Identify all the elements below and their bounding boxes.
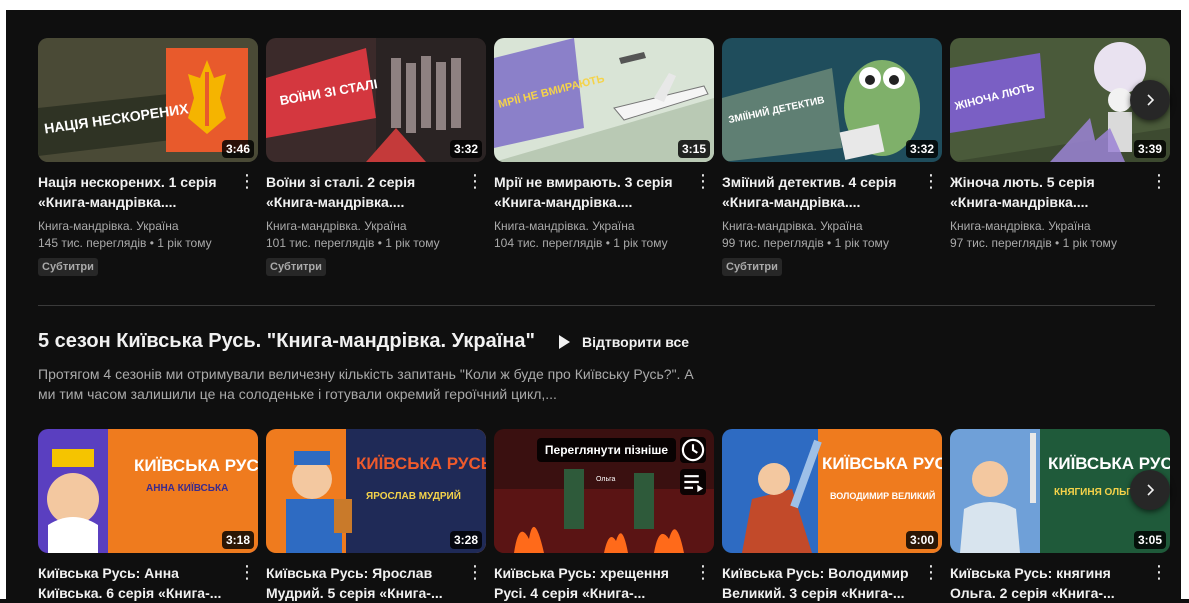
more-options-icon[interactable]: ⋮ — [238, 172, 256, 192]
video-thumbnail[interactable]: КИЇВСЬКА РУСЬ: ЯРОСЛАВ МУДРИЙ 3:28 — [266, 429, 486, 553]
channel-name[interactable]: Книга-мандрівка. Україна — [722, 218, 942, 235]
more-options-icon[interactable]: ⋮ — [922, 563, 940, 583]
video-meta: Зміїний детектив. 4 серія «Книга-мандрів… — [722, 172, 942, 212]
video-card[interactable]: ЗМІЇНИЙ ДЕТЕКТИВ 3:32 Зміїний детектив. … — [722, 38, 942, 276]
thumb-title: КИЇВСЬКА РУСЬ: — [134, 456, 258, 475]
more-options-icon[interactable]: ⋮ — [694, 563, 712, 583]
thumb-title: КИЇВСЬКА РУСЬ: — [822, 454, 942, 473]
more-options-icon[interactable]: ⋮ — [238, 563, 256, 583]
video-title[interactable]: Київська Русь: Ярослав Мудрий. 5 серія «… — [266, 563, 461, 603]
next-arrow-button[interactable] — [1130, 470, 1170, 510]
view-count: 104 тис. переглядів • 1 рік тому — [494, 236, 668, 250]
play-all-button[interactable]: Відтворити все — [559, 334, 689, 350]
play-all-label: Відтворити все — [582, 333, 690, 350]
section-title[interactable]: 5 сезон Київська Русь. "Книга-мандрівка.… — [38, 330, 535, 353]
chevron-right-icon — [1147, 484, 1155, 496]
video-meta: Жіноча лють. 5 серія «Книга-мандрівка...… — [950, 172, 1170, 212]
video-title[interactable]: Київська Русь: Володимир Великий. 3 сері… — [722, 563, 917, 603]
queue-icon — [684, 475, 704, 493]
video-thumbnail[interactable]: ЗМІЇНИЙ ДЕТЕКТИВ 3:32 — [722, 38, 942, 162]
video-card[interactable]: КИЇВСЬКА РУСЬ: АННА КИЇВСЬКА 3:18 Київсь… — [38, 429, 258, 603]
thumb-subtitle: АННА КИЇВСЬКА — [146, 481, 228, 494]
video-title[interactable]: Мрії не вмирають. 3 серія «Книга-мандрів… — [494, 172, 689, 212]
video-card[interactable]: Ольга Переглянути пізніше Київська Русь:… — [494, 429, 714, 603]
section-description: Протягом 4 сезонів ми отримували величез… — [38, 366, 694, 402]
video-thumbnail[interactable]: ВОЇНИ ЗІ СТАЛІ 3:32 — [266, 38, 486, 162]
window-right-edge — [1181, 0, 1189, 599]
more-options-icon[interactable]: ⋮ — [1150, 563, 1168, 583]
video-shelf-1: НАЦІЯ НЕСКОРЕНИХ 3:46 Нація нескорених. … — [38, 38, 1170, 276]
video-meta: Київська Русь: Володимир Великий. 3 сері… — [722, 563, 942, 603]
section-divider — [38, 305, 1155, 306]
channel-name[interactable]: Книга-мандрівка. Україна — [494, 218, 714, 235]
play-icon — [559, 334, 571, 349]
video-title[interactable]: Київська Русь: хрещення Русі. 4 серія «К… — [494, 563, 689, 603]
channel-name[interactable]: Книга-мандрівка. Україна — [950, 218, 1170, 235]
more-options-icon[interactable]: ⋮ — [922, 172, 940, 192]
video-meta: Воїни зі сталі. 2 серія «Книга-мандрівка… — [266, 172, 486, 212]
video-duration: 3:15 — [677, 140, 710, 158]
next-arrow-button[interactable] — [1130, 80, 1170, 120]
video-thumbnail[interactable]: КИЇВСЬКА РУСЬ: АННА КИЇВСЬКА 3:18 — [38, 429, 258, 553]
video-duration: 3:32 — [905, 140, 938, 158]
video-card[interactable]: НАЦІЯ НЕСКОРЕНИХ 3:46 Нація нескорених. … — [38, 38, 258, 276]
video-meta: Нація нескорених. 1 серія «Книга-мандрів… — [38, 172, 258, 212]
subtitles-badge: Субтитри — [722, 258, 782, 276]
watch-later-tooltip: Переглянути пізніше — [536, 438, 676, 462]
video-card[interactable]: КИЇВСЬКА РУСЬ: КНЯГИНЯ ОЛЬГ. 3:05 Київсь… — [950, 429, 1170, 603]
thumb-title: КИЇВСЬКА РУСЬ: — [356, 454, 486, 473]
video-title[interactable]: Нація нескорених. 1 серія «Книга-мандрів… — [38, 172, 233, 212]
video-meta: Мрії не вмирають. 3 серія «Книга-мандрів… — [494, 172, 714, 212]
video-thumbnail[interactable]: Ольга Переглянути пізніше — [494, 429, 714, 553]
video-title[interactable]: Воїни зі сталі. 2 серія «Книга-мандрівка… — [266, 172, 461, 212]
video-meta: Київська Русь: княгиня Ольга. 2 серія «К… — [950, 563, 1170, 603]
video-duration: 3:28 — [449, 531, 482, 549]
video-card[interactable]: ЖІНОЧА ЛЮТЬ 3:39 Жіноча лють. 5 серія «К… — [950, 38, 1170, 276]
video-title[interactable]: Київська Русь: Анна Київська. 6 серія «К… — [38, 563, 233, 603]
video-thumbnail[interactable]: КИЇВСЬКА РУСЬ: ВОЛОДИМИР ВЕЛИКИЙ 3:00 — [722, 429, 942, 553]
video-title[interactable]: Зміїний детектив. 4 серія «Книга-мандрів… — [722, 172, 917, 212]
view-count: 97 тис. переглядів • 1 рік тому — [950, 236, 1117, 250]
video-thumbnail[interactable]: НАЦІЯ НЕСКОРЕНИХ 3:46 — [38, 38, 258, 162]
thumb-label: Ольга — [596, 476, 615, 483]
video-meta: Київська Русь: Ярослав Мудрий. 5 серія «… — [266, 563, 486, 603]
subtitles-badge: Субтитри — [38, 258, 98, 276]
video-card[interactable]: КИЇВСЬКА РУСЬ: ЯРОСЛАВ МУДРИЙ 3:28 Київс… — [266, 429, 486, 603]
channel-name[interactable]: Книга-мандрівка. Україна — [266, 218, 486, 235]
more-options-icon[interactable]: ⋮ — [466, 172, 484, 192]
chevron-right-icon — [1147, 94, 1155, 106]
window-left-edge — [0, 0, 6, 599]
video-duration: 3:05 — [1133, 531, 1166, 549]
more-options-icon[interactable]: ⋮ — [694, 172, 712, 192]
channel-name[interactable]: Книга-мандрівка. Україна — [38, 218, 258, 235]
view-count: 99 тис. переглядів • 1 рік тому — [722, 236, 889, 250]
more-options-icon[interactable]: ⋮ — [466, 563, 484, 583]
video-thumbnail[interactable]: МРІЇ НЕ ВМИРАЮТЬ 3:15 — [494, 38, 714, 162]
video-duration: 3:39 — [1133, 140, 1166, 158]
subtitles-badge: Субтитри — [266, 258, 326, 276]
view-count: 145 тис. переглядів • 1 рік тому — [38, 236, 212, 250]
video-card[interactable]: ВОЇНИ ЗІ СТАЛІ 3:32 Воїни зі сталі. 2 се… — [266, 38, 486, 276]
view-count: 101 тис. переглядів • 1 рік тому — [266, 236, 440, 250]
add-to-queue-button[interactable] — [680, 469, 706, 495]
video-duration: 3:32 — [449, 140, 482, 158]
video-title[interactable]: Жіноча лють. 5 серія «Книга-мандрівка...… — [950, 172, 1145, 212]
video-duration: 3:46 — [221, 140, 254, 158]
video-shelf-2: КИЇВСЬКА РУСЬ: АННА КИЇВСЬКА 3:18 Київсь… — [38, 429, 1170, 603]
video-card[interactable]: КИЇВСЬКА РУСЬ: ВОЛОДИМИР ВЕЛИКИЙ 3:00 Ки… — [722, 429, 942, 603]
video-duration: 3:00 — [905, 531, 938, 549]
section-header: 5 сезон Київська Русь. "Книга-мандрівка.… — [38, 330, 689, 353]
video-duration: 3:18 — [221, 531, 254, 549]
video-card[interactable]: МРІЇ НЕ ВМИРАЮТЬ 3:15 Мрії не вмирають. … — [494, 38, 714, 276]
window-top-edge — [0, 0, 1189, 10]
video-meta: Київська Русь: Анна Київська. 6 серія «К… — [38, 563, 258, 603]
more-options-icon[interactable]: ⋮ — [1150, 172, 1168, 192]
thumb-subtitle: ЯРОСЛАВ МУДРИЙ — [366, 489, 461, 502]
video-title[interactable]: Київська Русь: княгиня Ольга. 2 серія «К… — [950, 563, 1145, 603]
thumb-subtitle: ВОЛОДИМИР ВЕЛИКИЙ — [830, 490, 935, 501]
thumb-subtitle: КНЯГИНЯ ОЛЬГ. — [1054, 487, 1134, 498]
video-meta: Київська Русь: хрещення Русі. 4 серія «К… — [494, 563, 714, 603]
